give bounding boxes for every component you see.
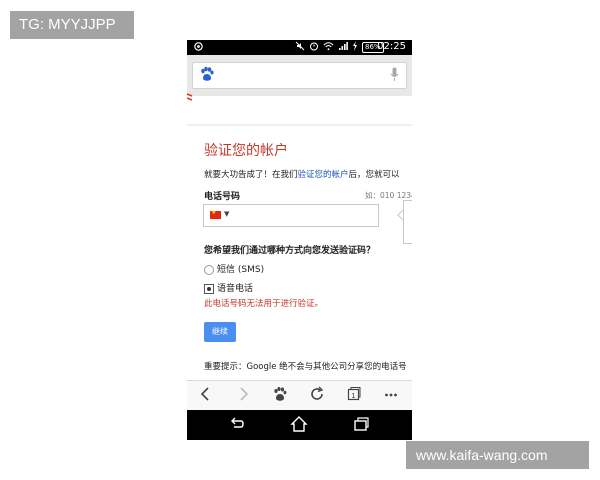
tabs-icon[interactable]: 1 [347,386,361,406]
error-message: 此电话号码无法用于进行验证。 [204,299,324,309]
search-input[interactable] [192,62,407,89]
more-icon[interactable] [384,386,398,406]
android-nav-bar [187,410,412,440]
wifi-icon [323,41,334,54]
browser-toolbar: 1 [187,380,412,410]
logo-fragment [187,92,193,106]
charging-icon [352,41,358,54]
option-sms[interactable]: 短信 (SMS) [204,262,264,275]
continue-button[interactable]: 继续 [204,322,236,342]
watermark-bottom: www.kaifa-wang.com [406,441,589,469]
china-flag-icon[interactable]: ★ [210,209,221,219]
status-icons: 86% [295,41,384,54]
radio-sms[interactable] [204,264,214,275]
country-dropdown-icon[interactable]: ▼ [224,210,229,218]
phone-number-field[interactable]: ★ ▼ [203,204,379,227]
status-bar: 86% 02:25 [187,40,412,55]
signal-icon [338,41,348,54]
baidu-paw-icon[interactable] [272,386,288,406]
nav-recents-icon[interactable] [353,415,369,437]
option-voice-label: 语音电话 [217,284,254,294]
baidu-paw-icon [199,66,215,86]
refresh-icon[interactable] [310,386,325,406]
nav-back-icon[interactable] [229,415,245,437]
back-arrow-icon[interactable] [200,386,210,406]
phone-screen: 86% 02:25 验证您的帐户 就要大功告成了！在我们验证您的帐户后，您就可以 [187,40,412,440]
radio-voice-selected[interactable] [204,283,214,294]
page-title: 验证您的帐户 [204,143,288,159]
privacy-notice: 重要提示：Google 绝不会与其他公司分享您的电话号 [204,362,407,372]
svg-text:1: 1 [351,392,355,400]
option-voice-call[interactable]: 语音电话 [204,281,253,294]
intro-text: 就要大功告成了！在我们验证您的帐户后，您就可以 [204,170,400,180]
browser-search-area [187,55,412,96]
forward-arrow-icon[interactable] [239,386,249,406]
phone-number-label: 电话号码 [204,192,241,202]
nav-home-icon[interactable] [290,415,308,437]
status-time: 02:25 [377,41,406,52]
divider [187,124,412,126]
option-sms-label: 短信 (SMS) [217,265,265,275]
mute-icon [295,41,305,54]
watermark-top: TG: MYYJJPP [10,11,134,39]
gear-icon [193,41,204,55]
delivery-method-question: 您希望我们通过哪种方式向您发送验证码？ [204,246,376,256]
tooltip-box [403,200,412,244]
microphone-icon[interactable] [390,67,399,87]
verify-account-link[interactable]: 验证您的帐户 [298,170,349,180]
alarm-icon [309,41,319,54]
